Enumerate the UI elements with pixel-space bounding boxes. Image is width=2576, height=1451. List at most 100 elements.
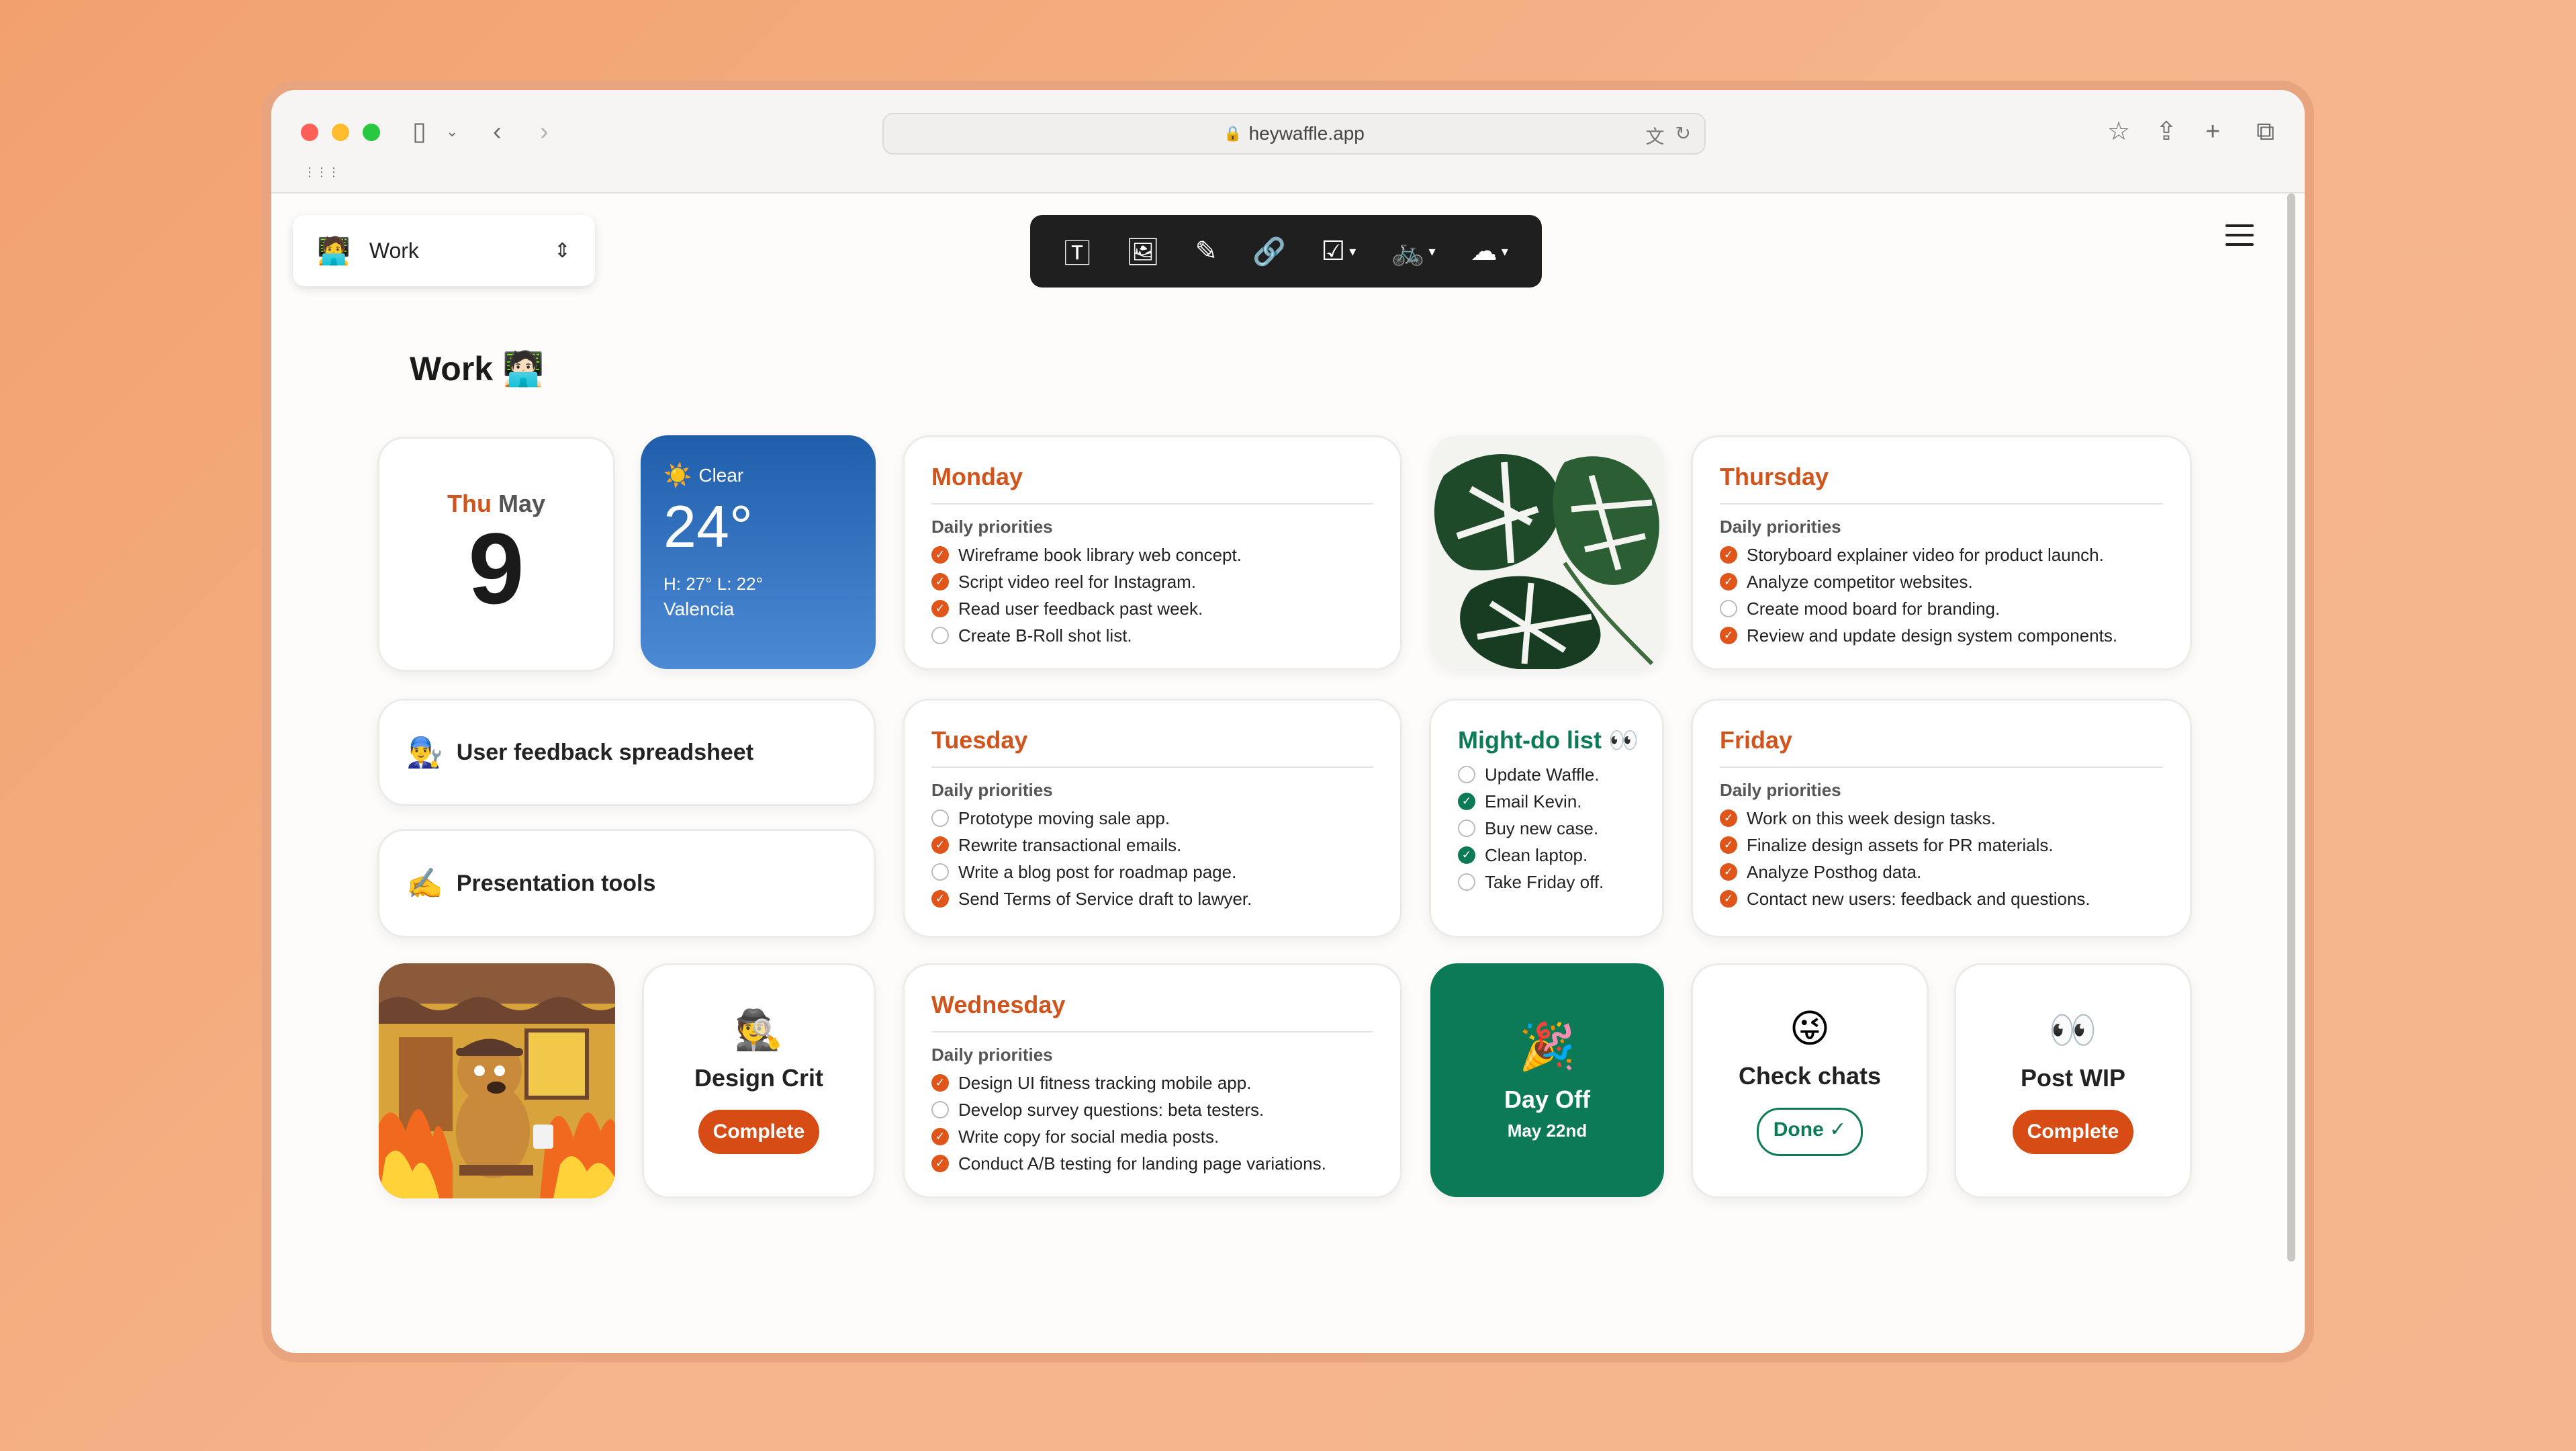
- scrollbar[interactable]: [2287, 193, 2295, 1262]
- task-item: ✓ Finalize design assets for PR materials…: [1720, 832, 2163, 859]
- design-crit-card[interactable]: 🕵️ Design Crit Complete: [642, 963, 876, 1198]
- grid-icon[interactable]: ⋮⋮⋮: [304, 157, 340, 187]
- day-off-card[interactable]: 🎉 Day Off May 22nd: [1430, 963, 1664, 1197]
- link-label: User feedback spreadsheet: [456, 739, 754, 765]
- unchecked-checkbox-icon[interactable]: [931, 809, 949, 827]
- checked-checkbox-icon[interactable]: ✓: [1720, 809, 1737, 827]
- task-text: Send Terms of Service draft to lawyer.: [958, 889, 1252, 909]
- wednesday-tasks: ✓ Design UI fitness tracking mobile app. D…: [931, 1069, 1373, 1177]
- bike-icon[interactable]: 🚲 ▾: [1391, 236, 1436, 267]
- unchecked-checkbox-icon[interactable]: [931, 1101, 949, 1118]
- forward-icon[interactable]: ›: [540, 117, 549, 146]
- weather-card[interactable]: ☀️ Clear 24° H: 27° L: 22° Valencia: [641, 435, 876, 669]
- tab-overview-icon[interactable]: ⧉: [2256, 117, 2274, 146]
- translate-icon[interactable]: 文: [1646, 122, 1665, 149]
- checked-checkbox-icon[interactable]: ✓: [931, 890, 949, 908]
- task-text: Design UI fitness tracking mobile app.: [958, 1073, 1252, 1093]
- checked-checkbox-icon[interactable]: ✓: [1720, 627, 1737, 644]
- tuesday-card[interactable]: Tuesday Daily priorities Prototype movin…: [903, 699, 1402, 938]
- chevron-down-icon[interactable]: ⌄: [446, 117, 458, 146]
- note-icon[interactable]: ✎: [1195, 236, 1218, 267]
- checked-checkbox-icon[interactable]: ✓: [1720, 573, 1737, 590]
- zoom-window-button[interactable]: [363, 124, 380, 141]
- might-do-card[interactable]: Might-do list 👀 Update Waffle. ✓ Email Kev…: [1429, 699, 1664, 938]
- wednesday-card[interactable]: Wednesday Daily priorities ✓ Design UI fi…: [903, 963, 1402, 1198]
- monday-card[interactable]: Monday Daily priorities ✓ Wireframe book …: [903, 435, 1402, 670]
- checked-checkbox-icon[interactable]: ✓: [931, 573, 949, 590]
- post-wip-complete-button[interactable]: Complete: [2012, 1110, 2134, 1154]
- link-icon[interactable]: 🔗: [1252, 236, 1286, 267]
- checklist-icon[interactable]: ☑ ▾: [1321, 236, 1356, 267]
- task-item: ✓ Email Kevin.: [1458, 788, 1642, 815]
- text-icon[interactable]: 🅃: [1064, 232, 1091, 271]
- task-text: Buy new case.: [1485, 818, 1599, 838]
- browser-window: ▯ ⌄ ‹ › ⋮⋮⋮ 🔒 heywaffle.app 文 ↻ ☆ ⇪ + ⧉ …: [262, 81, 2314, 1362]
- checked-checkbox-icon[interactable]: ✓: [931, 1155, 949, 1172]
- task-text: Analyze Posthog data.: [1747, 862, 1922, 882]
- link-card-user-feedback[interactable]: 👨‍🔧 User feedback spreadsheet: [377, 699, 876, 806]
- unchecked-checkbox-icon[interactable]: [931, 863, 949, 881]
- wednesday-title: Wednesday: [931, 991, 1373, 1032]
- task-item: ✓ Review and update design system compone…: [1720, 622, 2163, 649]
- sidebar-toggle-icon[interactable]: ▯: [412, 117, 426, 146]
- checked-checkbox-icon[interactable]: ✓: [931, 836, 949, 854]
- check-chats-done-button[interactable]: Done ✓: [1756, 1108, 1864, 1156]
- unchecked-checkbox-icon[interactable]: [931, 627, 949, 644]
- address-bar[interactable]: 🔒 heywaffle.app 文 ↻: [882, 113, 1706, 155]
- space-label: Work: [369, 238, 419, 263]
- checked-checkbox-icon[interactable]: ✓: [931, 600, 949, 617]
- day-off-label: Day Off: [1504, 1085, 1591, 1113]
- weather-temp: 24°: [663, 493, 753, 560]
- checked-checkbox-icon[interactable]: ✓: [1458, 793, 1475, 810]
- checked-checkbox-icon[interactable]: ✓: [1458, 846, 1475, 864]
- task-item: ✓ Script video reel for Instagram.: [931, 568, 1373, 595]
- mechanic-emoji: 👨‍🔧: [406, 736, 443, 769]
- checked-checkbox-icon[interactable]: ✓: [1720, 863, 1737, 881]
- friday-subtitle: Daily priorities: [1720, 780, 1841, 800]
- url-text: heywaffle.app: [1248, 123, 1365, 144]
- detective-emoji: 🕵️: [734, 1008, 784, 1052]
- design-crit-complete-button[interactable]: Complete: [698, 1110, 820, 1154]
- checked-checkbox-icon[interactable]: ✓: [931, 1074, 949, 1092]
- date-day: 9: [468, 512, 524, 625]
- unchecked-checkbox-icon[interactable]: [1458, 766, 1475, 783]
- minimize-window-button[interactable]: [332, 124, 349, 141]
- post-wip-card[interactable]: 👀 Post WIP Complete: [1954, 963, 2192, 1198]
- date-card[interactable]: Thu May 9: [377, 437, 615, 672]
- back-icon[interactable]: ‹: [493, 117, 502, 146]
- close-window-button[interactable]: [301, 124, 318, 141]
- space-selector[interactable]: 🧑‍💻 Work ⇕: [293, 215, 595, 286]
- task-item: Develop survey questions: beta testers.: [931, 1096, 1373, 1123]
- browser-toolbar: ▯ ⌄ ‹ › ⋮⋮⋮ 🔒 heywaffle.app 文 ↻ ☆ ⇪ + ⧉: [271, 90, 2305, 193]
- this-is-fine-image[interactable]: [379, 963, 615, 1198]
- checked-checkbox-icon[interactable]: ✓: [931, 1128, 949, 1145]
- check-chats-card[interactable]: 😜 Check chats Done ✓: [1691, 963, 1929, 1198]
- thursday-subtitle: Daily priorities: [1720, 517, 1841, 537]
- bookmark-star-icon[interactable]: ☆: [2107, 117, 2130, 146]
- might-do-tasks: Update Waffle. ✓ Email Kevin. Buy new case.…: [1458, 761, 1642, 895]
- menu-icon[interactable]: [2225, 224, 2254, 253]
- checked-checkbox-icon[interactable]: ✓: [931, 546, 949, 564]
- checked-checkbox-icon[interactable]: ✓: [1720, 836, 1737, 854]
- friday-card[interactable]: Friday Daily priorities ✓ Work on this we…: [1691, 699, 2192, 938]
- task-text: Email Kevin.: [1485, 791, 1582, 811]
- task-text: Write copy for social media posts.: [958, 1127, 1220, 1147]
- thursday-tasks: ✓ Storyboard explainer video for product …: [1720, 541, 2163, 649]
- weather-icon[interactable]: ☁ ▾: [1471, 236, 1508, 267]
- design-crit-label: Design Crit: [694, 1064, 824, 1092]
- unchecked-checkbox-icon[interactable]: [1458, 820, 1475, 837]
- checked-checkbox-icon[interactable]: ✓: [1720, 546, 1737, 564]
- link-card-presentation-tools[interactable]: ✍️ Presentation tools: [377, 829, 876, 938]
- image-icon[interactable]: 🖼: [1125, 236, 1160, 267]
- new-tab-icon[interactable]: +: [2205, 117, 2220, 146]
- share-icon[interactable]: ⇪: [2156, 117, 2177, 146]
- checked-checkbox-icon[interactable]: ✓: [1720, 890, 1737, 908]
- thursday-title: Thursday: [1720, 463, 2163, 504]
- unchecked-checkbox-icon[interactable]: [1720, 600, 1737, 617]
- task-text: Update Waffle.: [1485, 764, 1600, 785]
- thursday-card[interactable]: Thursday Daily priorities ✓ Storyboard ex…: [1691, 435, 2192, 670]
- weather-hilo: H: 27° L: 22°: [663, 574, 763, 594]
- reload-icon[interactable]: ↻: [1675, 122, 1691, 149]
- unchecked-checkbox-icon[interactable]: [1458, 873, 1475, 891]
- monstera-plant-image[interactable]: [1430, 435, 1664, 669]
